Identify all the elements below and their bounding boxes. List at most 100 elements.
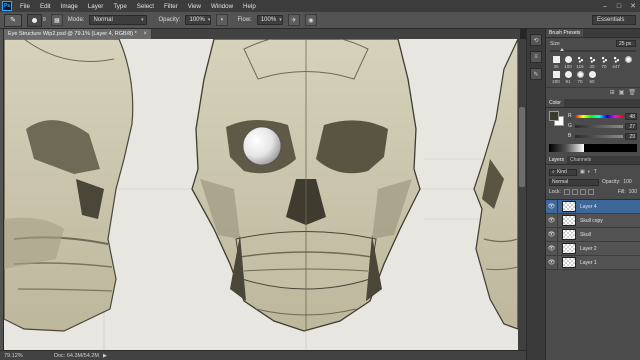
menu-layer[interactable]: Layer [83, 3, 108, 10]
layer-row[interactable]: 👁 Layer 4 [546, 199, 640, 214]
opacity-value: 100% [189, 17, 205, 23]
menu-file[interactable]: File [15, 3, 35, 10]
eye-icon[interactable]: 👁 [546, 241, 558, 256]
menu-edit[interactable]: Edit [35, 3, 56, 10]
tab-color[interactable]: Color [546, 99, 564, 107]
brush-preset-picker[interactable] [27, 13, 42, 27]
menu-select[interactable]: Select [132, 3, 159, 10]
close-tab-icon[interactable]: × [143, 31, 147, 37]
flow-label: Flow: [237, 17, 252, 23]
airbrush-icon[interactable]: ✈ [287, 14, 300, 26]
scatter-brush-icon [576, 56, 584, 63]
flow-value: 100% [260, 17, 277, 23]
flow-input[interactable]: 100% ▾ [256, 15, 283, 25]
brush-preset-item[interactable]: 91 [562, 71, 574, 85]
layer-row[interactable]: 👁 Skull [546, 227, 640, 242]
eye-icon[interactable]: 👁 [546, 199, 558, 214]
filter-image-icon[interactable]: ▣ [580, 169, 585, 175]
opacity-input[interactable]: 100% ▾ [185, 15, 212, 25]
menu-window[interactable]: Window [206, 3, 238, 10]
brush-panel-toggle-icon[interactable]: ▦ [50, 14, 63, 26]
pressure-size-icon[interactable]: ◉ [304, 14, 317, 26]
size-input[interactable]: 25 px [616, 40, 636, 47]
lock-pixels-icon[interactable] [571, 189, 578, 195]
chevron-right-icon[interactable]: ▶ [103, 353, 107, 359]
layer-opacity-value[interactable]: 100 [623, 179, 631, 185]
square-brush-icon [552, 56, 560, 63]
brush-preset-item[interactable]: 60 [586, 71, 598, 85]
menu-view[interactable]: View [183, 3, 206, 10]
lock-all-icon[interactable] [587, 189, 594, 195]
collapsed-panel-dock: ⟲ ≡ ✎ [526, 29, 546, 360]
brush-panel-icon[interactable]: ✎ [530, 68, 542, 80]
brush-preset-item[interactable]: 447 [610, 56, 622, 70]
eyeball [242, 126, 282, 166]
brush-tool-preset-icon[interactable]: ✎ [4, 13, 22, 27]
mode-select[interactable]: Normal ▾ [89, 15, 148, 25]
hard-round-brush-icon [564, 71, 572, 78]
filter-adjustment-icon[interactable]: ◐ [588, 169, 591, 175]
eye-icon[interactable]: 👁 [546, 213, 558, 228]
lock-transparency-icon[interactable] [563, 189, 570, 195]
tab-channels[interactable]: Channels [567, 156, 594, 164]
pressure-opacity-icon[interactable]: ◐ [216, 14, 229, 26]
eye-icon[interactable]: 👁 [546, 255, 558, 270]
layer-row[interactable]: 👁 Layer 2 [546, 241, 640, 256]
brush-preset-item[interactable]: 116 [574, 56, 586, 70]
layer-row[interactable]: 👁 Skull copy [546, 213, 640, 228]
scrollbar-thumb[interactable] [519, 107, 525, 187]
red-slider[interactable] [575, 114, 623, 118]
maximize-icon[interactable]: □ [612, 0, 626, 12]
document-tab[interactable]: Eye Structure Wip2.psd @ 79.1% (Layer 4,… [4, 29, 152, 39]
tab-brush-presets[interactable]: Brush Presets [546, 29, 584, 37]
slider-knob[interactable] [560, 48, 564, 51]
blue-value[interactable]: 29 [625, 132, 637, 140]
blend-mode-select[interactable]: Normal [549, 178, 599, 186]
mode-value: Normal [93, 17, 113, 23]
close-window-icon[interactable]: ✕ [626, 0, 640, 12]
color-panel-tabs: Color [546, 99, 640, 108]
tab-layers[interactable]: Layers [546, 156, 568, 164]
filter-type-icon[interactable]: T [594, 169, 597, 175]
brush-preset-item[interactable]: 40 [586, 56, 598, 70]
menu-image[interactable]: Image [56, 3, 83, 10]
menu-filter[interactable]: Filter [159, 3, 183, 10]
brush-tip-icon [32, 17, 37, 23]
fill-value[interactable]: 100 [629, 189, 637, 195]
center-skull [191, 39, 421, 332]
layer-kind-filter[interactable]: ⌕ Kind [549, 168, 577, 176]
foreground-color-swatch[interactable] [549, 111, 559, 121]
new-preset-icon[interactable]: ▣ [619, 89, 625, 96]
layer-thumbnail [562, 257, 576, 268]
green-value[interactable]: 27 [625, 122, 637, 130]
blue-slider[interactable] [575, 134, 623, 138]
brush-preset-item[interactable]: 70 [574, 71, 586, 85]
workspace-switcher[interactable]: Essentials [592, 15, 636, 25]
history-icon[interactable]: ⟲ [530, 34, 542, 46]
brush-size-label: 447 [612, 64, 620, 69]
brush-preset-item[interactable]: 30 [550, 56, 562, 70]
color-spectrum-bar[interactable] [549, 144, 637, 152]
minimize-icon[interactable]: – [598, 0, 612, 12]
menu-help[interactable]: Help [238, 3, 261, 10]
eye-icon[interactable]: 👁 [546, 227, 558, 242]
layer-row[interactable]: 👁 Layer 1 [546, 255, 640, 270]
vertical-scrollbar[interactable] [518, 39, 526, 350]
trash-icon[interactable]: 🗑 [628, 89, 636, 96]
toggle-brush-panel-icon[interactable]: ⊞ [610, 89, 615, 96]
brush-preset-item[interactable]: 70 [598, 56, 610, 70]
size-slider[interactable] [550, 48, 636, 52]
layer-name: Layer 2 [580, 245, 597, 252]
document-canvas[interactable] [4, 39, 518, 350]
brush-preset-item[interactable] [622, 56, 634, 70]
brush-preset-item[interactable]: 200 [550, 71, 562, 85]
green-slider[interactable] [575, 124, 623, 128]
left-skull [4, 39, 134, 332]
zoom-level[interactable]: 79.12% [0, 353, 30, 359]
brush-preset-item[interactable]: 100 [562, 56, 574, 70]
menu-type[interactable]: Type [108, 3, 131, 10]
properties-icon[interactable]: ≡ [530, 51, 542, 63]
red-value[interactable]: 48 [625, 112, 637, 120]
document-title: Eye Structure Wip2.psd @ 79.1% (Layer 4,… [8, 31, 137, 37]
lock-position-icon[interactable] [579, 189, 586, 195]
